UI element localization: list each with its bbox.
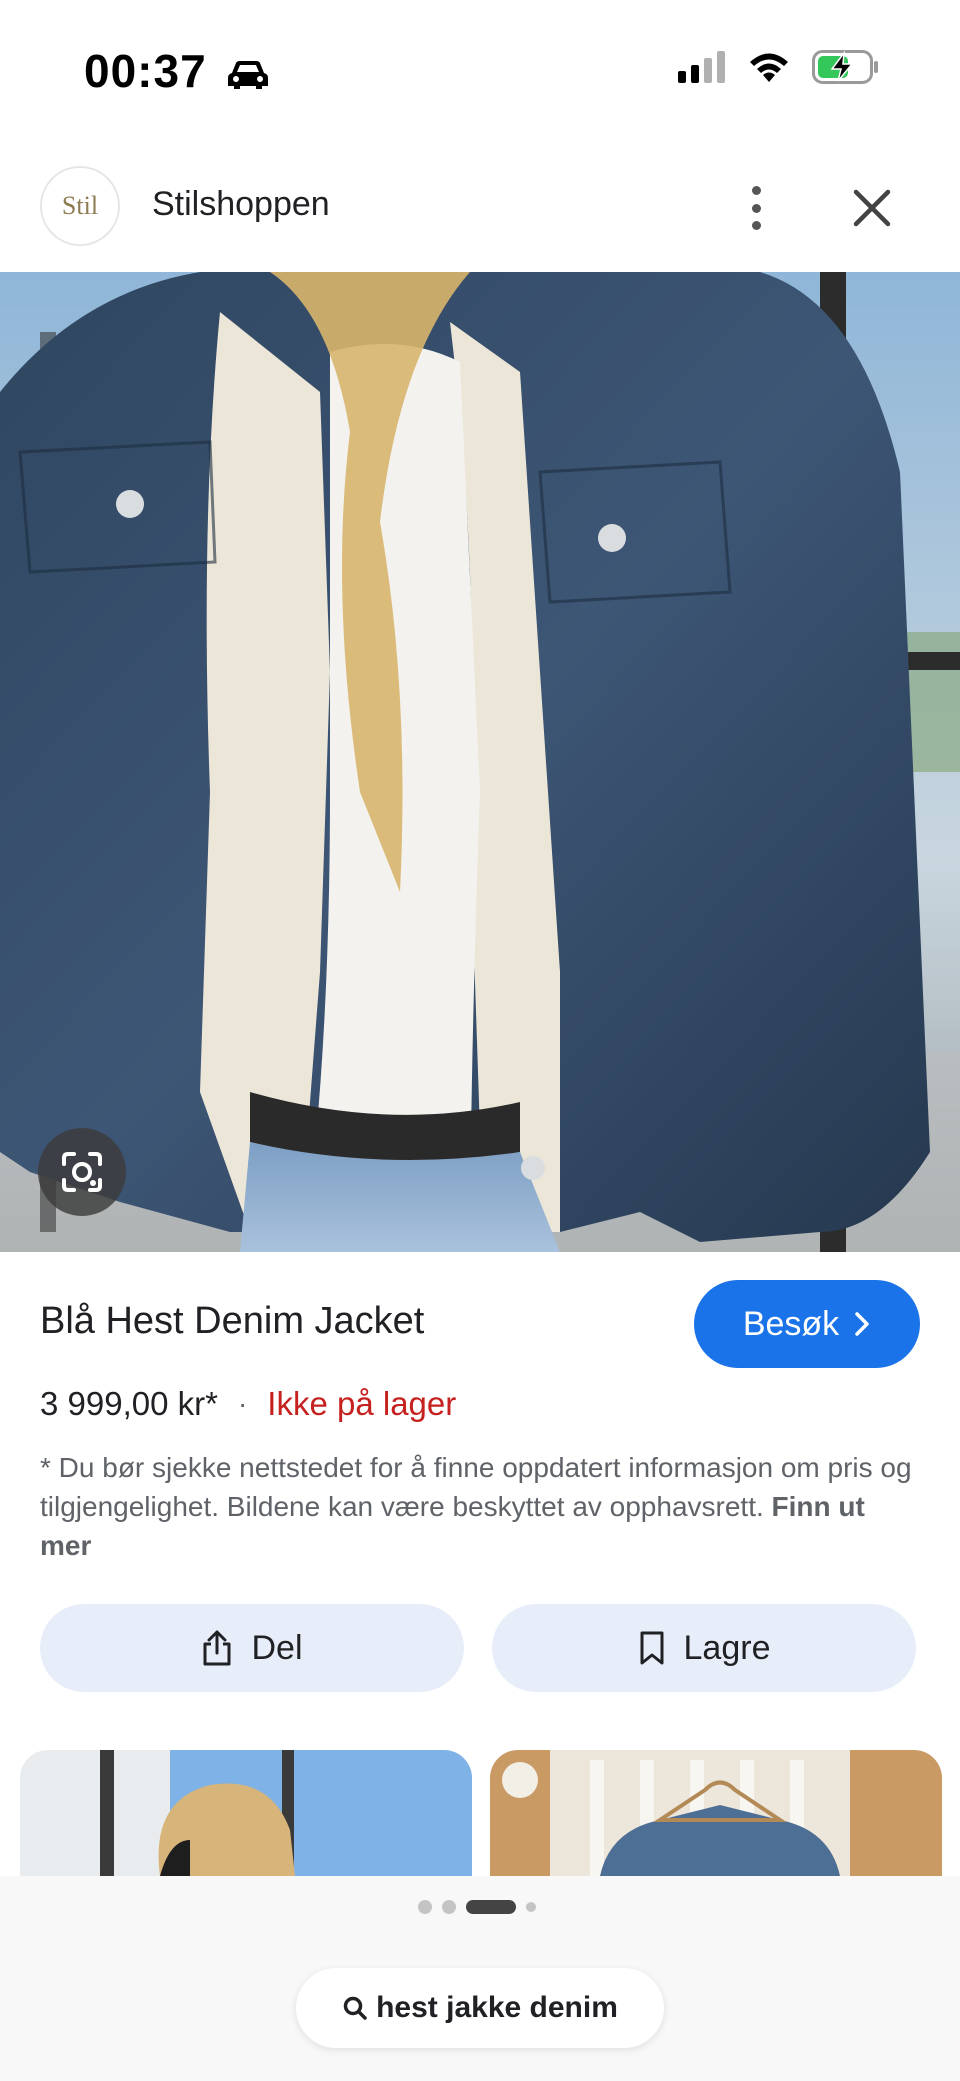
- stock-status: Ikke på lager: [267, 1385, 457, 1422]
- battery-charging-icon: [812, 50, 878, 84]
- site-name[interactable]: Stilshoppen: [152, 185, 330, 224]
- product-title: Blå Hest Denim Jacket: [40, 1300, 425, 1342]
- product-image[interactable]: [0, 272, 960, 1252]
- google-lens-icon: [62, 1152, 102, 1192]
- chevron-right-icon: [855, 1312, 869, 1336]
- signal-icon: [678, 51, 725, 83]
- price-row: 3 999,00 kr* · Ikke på lager: [40, 1385, 456, 1423]
- site-logo-text: Stil: [61, 191, 99, 220]
- related-photo-1: [20, 1750, 472, 1876]
- close-icon: [853, 189, 891, 227]
- search-query: hest jakke denim: [376, 1991, 618, 2024]
- wifi-icon: [750, 53, 788, 82]
- google-lens-button[interactable]: [38, 1128, 126, 1216]
- price: 3 999,00 kr*: [40, 1385, 218, 1422]
- product-photo: [0, 272, 960, 1252]
- status-time: 00:37: [84, 44, 270, 98]
- disclaimer: * Du bør sjekke nettstedet for å finne o…: [40, 1448, 920, 1565]
- save-label: Lagre: [683, 1628, 771, 1667]
- pager-dot: [442, 1900, 456, 1914]
- pager-dot: [418, 1900, 432, 1914]
- close-button[interactable]: [848, 184, 896, 232]
- visit-label: Besøk: [742, 1304, 840, 1343]
- save-button[interactable]: Lagre: [492, 1604, 916, 1692]
- more-vert-icon: [751, 186, 761, 195]
- carousel-indicator: [418, 1900, 536, 1914]
- search-icon: [343, 1996, 367, 2020]
- visit-button[interactable]: Besøk: [694, 1280, 920, 1368]
- share-icon: [203, 1630, 231, 1666]
- site-logo[interactable]: Stil: [40, 166, 120, 246]
- related-image-2[interactable]: [490, 1750, 942, 1876]
- related-image-1[interactable]: [20, 1750, 472, 1876]
- separator-dot: ·: [237, 1388, 248, 1419]
- car-icon: [228, 60, 269, 89]
- share-button[interactable]: Del: [40, 1604, 464, 1692]
- search-query-chip[interactable]: hest jakke denim: [296, 1968, 664, 2048]
- bookmark-icon: [640, 1631, 664, 1665]
- related-photo-2: [490, 1750, 942, 1876]
- share-label: Del: [251, 1628, 303, 1667]
- pager-dot-active: [466, 1900, 516, 1914]
- status-icons: [678, 50, 880, 84]
- pager-dot: [526, 1902, 536, 1912]
- status-time-text: 00:37: [84, 45, 207, 97]
- more-options-button[interactable]: [734, 180, 778, 236]
